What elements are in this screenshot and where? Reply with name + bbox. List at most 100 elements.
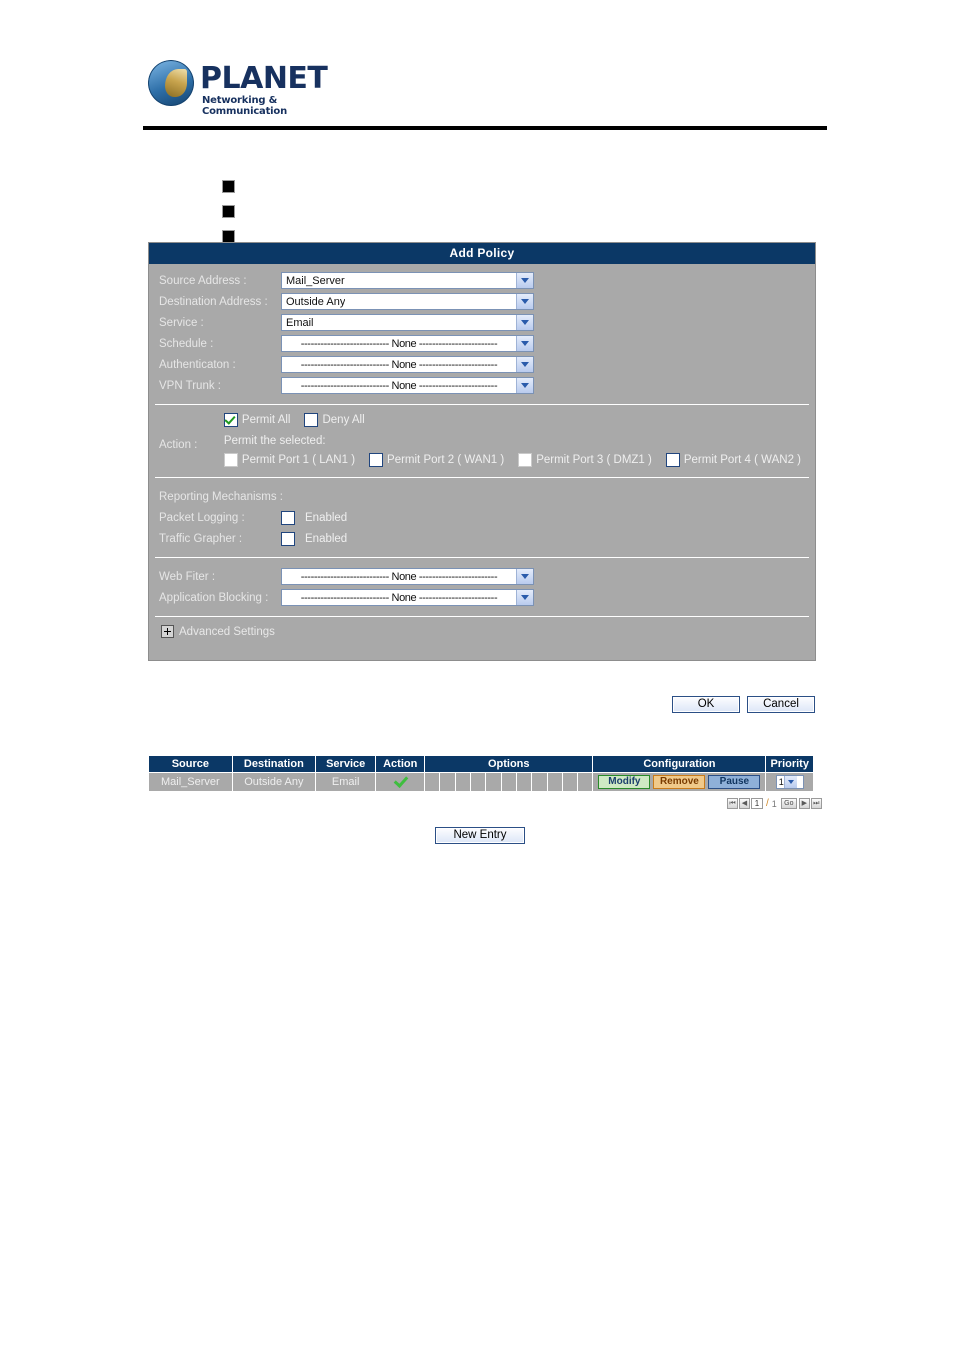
next-page-button[interactable]: ▶: [798, 798, 810, 809]
panel-title: Add Policy: [149, 243, 815, 264]
bullet-marker: [222, 180, 235, 193]
option-subcell: [440, 773, 456, 791]
chevron-down-icon[interactable]: [516, 336, 533, 351]
chevron-down-icon[interactable]: [516, 315, 533, 330]
chevron-down-icon[interactable]: [783, 776, 797, 788]
ok-button[interactable]: OK: [672, 696, 740, 713]
option-subcell: [471, 773, 487, 791]
cell-action: [375, 772, 426, 792]
policy-fields-section: Source Address : Mail_Server Destination…: [149, 264, 815, 402]
field-row-vpn-trunk: VPN Trunk : --------------------------- …: [149, 375, 815, 396]
column-header-configuration: Configuration: [592, 755, 767, 773]
label-advanced-settings: Advanced Settings: [179, 625, 275, 638]
option-subcell: [563, 773, 579, 791]
field-row-packet-logging: Packet Logging : Enabled: [149, 507, 815, 528]
first-page-button[interactable]: ⏮: [727, 798, 738, 809]
policy-table: Source Destination Service Action Option…: [148, 755, 814, 792]
select-web-filter[interactable]: --------------------------- None -------…: [281, 568, 534, 585]
priority-control: 1: [766, 773, 813, 791]
section-divider: [155, 616, 809, 617]
select-priority[interactable]: 1: [775, 775, 804, 789]
dialog-button-bar: OK Cancel: [672, 696, 815, 713]
column-header-options: Options: [424, 755, 594, 773]
select-schedule[interactable]: --------------------------- None -------…: [281, 335, 534, 352]
advanced-settings-toggle[interactable]: Advanced Settings: [149, 619, 815, 660]
option-subcell: [578, 773, 592, 791]
checkbox-permit-port-1[interactable]: [223, 453, 238, 467]
section-divider: [155, 404, 809, 405]
label-traffic-grapher-enabled: Enabled: [305, 532, 348, 545]
prev-page-button[interactable]: ◀: [739, 798, 750, 809]
brand-logo: PLANET Networking & Communication: [148, 55, 348, 117]
option-subcell: [517, 773, 533, 791]
column-header-priority: Priority: [765, 755, 814, 773]
cell-configuration: Modify Remove Pause: [592, 772, 767, 792]
checkbox-permit-port-3[interactable]: [518, 453, 533, 467]
action-section: Action : Permit All Deny All Permit the …: [149, 407, 815, 475]
label-authentication: Authenticaton :: [159, 358, 236, 371]
green-check-icon: [395, 775, 406, 786]
permit-ports-row: Permit Port 1 ( LAN1 ) Permit Port 2 ( W…: [223, 453, 815, 467]
field-row-destination-address: Destination Address : Outside Any: [149, 291, 815, 312]
field-row-source-address: Source Address : Mail_Server: [149, 270, 815, 291]
label-packet-logging: Packet Logging :: [159, 511, 245, 524]
page-number-input[interactable]: 1: [751, 798, 763, 809]
expand-plus-icon[interactable]: [161, 625, 174, 638]
last-page-button[interactable]: ⏭: [810, 798, 822, 809]
select-vpn-trunk[interactable]: --------------------------- None -------…: [281, 377, 534, 394]
select-web-filter-value: --------------------------- None -------…: [300, 570, 498, 583]
chevron-down-icon[interactable]: [516, 273, 533, 288]
permit-deny-row: Permit All Deny All: [223, 413, 815, 427]
checkbox-deny-all[interactable]: [304, 413, 319, 427]
checkbox-permit-all[interactable]: [223, 413, 238, 427]
column-header-destination: Destination: [231, 755, 317, 773]
chevron-down-icon[interactable]: [516, 590, 533, 605]
remove-button[interactable]: Remove: [653, 775, 706, 789]
column-header-action: Action: [375, 755, 426, 773]
select-authentication-value: --------------------------- None -------…: [300, 358, 498, 371]
field-row-authentication: Authenticaton : ------------------------…: [149, 354, 815, 375]
label-permit-port-1: Permit Port 1 ( LAN1 ): [241, 454, 356, 466]
select-service[interactable]: Email: [281, 314, 534, 331]
checkbox-packet-logging[interactable]: [281, 510, 295, 525]
section-divider: [155, 557, 809, 558]
select-application-blocking-value: --------------------------- None -------…: [300, 591, 498, 604]
select-priority-value: 1: [778, 777, 784, 787]
label-reporting-mechanisms: Reporting Mechanisms :: [159, 490, 283, 503]
page-separator: /: [766, 798, 769, 809]
option-subcell: [486, 773, 502, 791]
select-destination-address[interactable]: Outside Any: [281, 293, 534, 310]
checkbox-permit-port-4[interactable]: [665, 453, 680, 467]
label-destination-address: Destination Address :: [159, 295, 268, 308]
label-permit-the-selected: Permit the selected:: [223, 435, 326, 447]
label-application-blocking: Application Blocking :: [159, 591, 269, 604]
field-row-web-filter: Web Fiter : --------------------------- …: [149, 566, 815, 587]
pause-button[interactable]: Pause: [708, 775, 761, 789]
select-application-blocking[interactable]: --------------------------- None -------…: [281, 589, 534, 606]
cell-destination: Outside Any: [231, 772, 317, 792]
table-row[interactable]: Mail_Server Outside Any Email Modify Rem…: [148, 772, 814, 792]
new-entry-button[interactable]: New Entry: [435, 827, 525, 844]
select-schedule-value: --------------------------- None -------…: [300, 337, 498, 350]
configuration-buttons: Modify Remove Pause: [593, 773, 765, 791]
chevron-down-icon[interactable]: [516, 357, 533, 372]
checkbox-traffic-grapher[interactable]: [281, 531, 295, 546]
cell-source: Mail_Server: [148, 772, 233, 792]
total-pages: 1: [771, 798, 777, 809]
select-source-address[interactable]: Mail_Server: [281, 272, 534, 289]
cancel-button[interactable]: Cancel: [747, 696, 815, 713]
label-permit-port-2: Permit Port 2 ( WAN1 ): [387, 454, 505, 466]
add-policy-panel: Add Policy Source Address : Mail_Server …: [148, 242, 816, 661]
chevron-down-icon[interactable]: [516, 378, 533, 393]
label-deny-all: Deny All: [322, 414, 365, 426]
go-button[interactable]: Go: [780, 798, 797, 809]
modify-button[interactable]: Modify: [598, 775, 651, 789]
checkbox-permit-port-2[interactable]: [369, 453, 384, 467]
select-authentication[interactable]: --------------------------- None -------…: [281, 356, 534, 373]
column-header-service: Service: [315, 755, 377, 773]
chevron-down-icon[interactable]: [516, 294, 533, 309]
table-header-row: Source Destination Service Action Option…: [148, 755, 814, 773]
column-header-source: Source: [148, 755, 233, 773]
chevron-down-icon[interactable]: [516, 569, 533, 584]
filters-section: Web Fiter : --------------------------- …: [149, 560, 815, 614]
